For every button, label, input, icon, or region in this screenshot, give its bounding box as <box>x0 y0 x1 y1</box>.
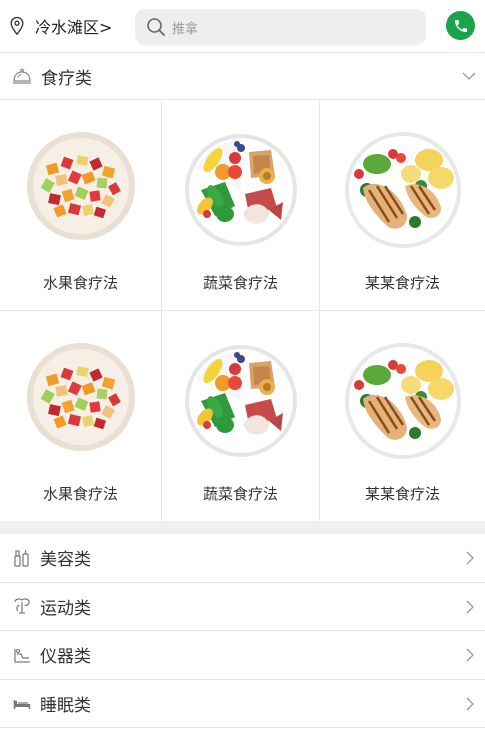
vegetable-plate-image <box>184 345 297 457</box>
list-item-label: 睡眠类 <box>40 695 91 716</box>
list-item-instrument[interactable]: 仪器类 <box>0 631 485 680</box>
list-item-sleep[interactable]: 睡眠类 <box>0 680 485 728</box>
search-icon <box>147 18 165 36</box>
grid-item-label: 水果食疗法 <box>42 274 118 292</box>
cosmetics-icon <box>14 549 29 567</box>
location-selector[interactable]: 冷水滩区> <box>9 14 134 38</box>
fruit-bowl-image <box>26 343 135 451</box>
food-cloche-icon <box>13 68 31 84</box>
category-title: 食疗类 <box>41 68 92 89</box>
grid-item-label: 某某食疗法 <box>364 274 440 292</box>
phone-button[interactable] <box>446 11 475 40</box>
grid-item-fruit[interactable]: 水果食疗法 <box>0 311 162 521</box>
section-divider <box>0 521 485 534</box>
chevron-down-icon[interactable] <box>461 68 477 84</box>
grid-item-label: 蔬菜食疗法 <box>202 485 278 503</box>
list-item-label: 美容类 <box>40 550 91 571</box>
fruit-bowl-image <box>26 132 135 240</box>
category-header[interactable]: 食疗类 <box>0 52 485 100</box>
top-bar: 冷水滩区> 推拿 <box>0 0 485 52</box>
grid-item-chicken[interactable]: 某某食疗法 <box>320 100 485 311</box>
grid-item-vegetable[interactable]: 蔬菜食疗法 <box>162 311 320 521</box>
grid-item-label: 蔬菜食疗法 <box>202 274 278 292</box>
search-placeholder: 推拿 <box>172 21 199 37</box>
category-list: 美容类 运动类 仪器类 睡眠类 <box>0 534 485 728</box>
vegetable-plate-image <box>184 134 297 246</box>
therapy-grid: 水果食疗法 蔬菜食疗法 某某食疗法 水果食疗法 蔬菜食疗法 某某食疗法 <box>0 100 485 521</box>
bed-icon <box>13 700 31 710</box>
grid-item-label: 水果食疗法 <box>42 485 118 503</box>
chevron-right-icon <box>466 551 474 565</box>
instrument-icon <box>14 648 30 663</box>
phone-icon <box>454 19 467 32</box>
location-pin-icon <box>10 16 24 36</box>
list-item-label: 仪器类 <box>40 647 91 668</box>
grid-item-vegetable[interactable]: 蔬菜食疗法 <box>162 100 320 311</box>
list-item-beauty[interactable]: 美容类 <box>0 534 485 583</box>
grilled-chicken-plate-image <box>344 132 461 248</box>
grid-item-label: 某某食疗法 <box>364 485 440 503</box>
chevron-right-icon <box>466 648 474 662</box>
list-item-label: 运动类 <box>40 598 91 619</box>
grid-item-chicken[interactable]: 某某食疗法 <box>320 311 485 521</box>
grilled-chicken-plate-image <box>344 343 461 459</box>
chevron-right-icon <box>466 600 474 613</box>
list-item-exercise[interactable]: 运动类 <box>0 583 485 631</box>
exercise-icon <box>14 598 30 614</box>
location-label: 冷水滩区> <box>35 18 113 37</box>
search-input[interactable]: 推拿 <box>135 9 426 45</box>
grid-item-fruit[interactable]: 水果食疗法 <box>0 100 162 311</box>
chevron-right-icon <box>466 697 474 710</box>
